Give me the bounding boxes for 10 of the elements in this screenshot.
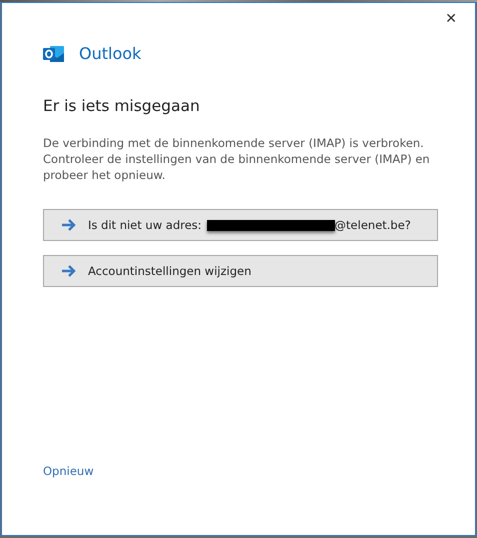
account-settings-button[interactable]: Accountinstellingen wijzigen bbox=[43, 255, 438, 287]
error-message: De verbinding met de binnenkomende server (IMAP) is verbroken. Controleer de instellingen van de binnenkomende server (IMAP) en probeer het opnieuw. bbox=[43, 135, 431, 183]
address-button[interactable]: Is dit niet uw adres: @telenet.be? bbox=[43, 209, 438, 241]
close-button[interactable]: ✕ bbox=[441, 9, 461, 29]
arrow-icon bbox=[61, 265, 77, 277]
error-heading: Er is iets misgegaan bbox=[43, 97, 201, 115]
outlook-logo-icon bbox=[43, 44, 65, 62]
app-name: Outlook bbox=[79, 44, 142, 63]
arrow-icon bbox=[61, 219, 77, 231]
retry-link[interactable]: Opnieuw bbox=[43, 464, 94, 478]
